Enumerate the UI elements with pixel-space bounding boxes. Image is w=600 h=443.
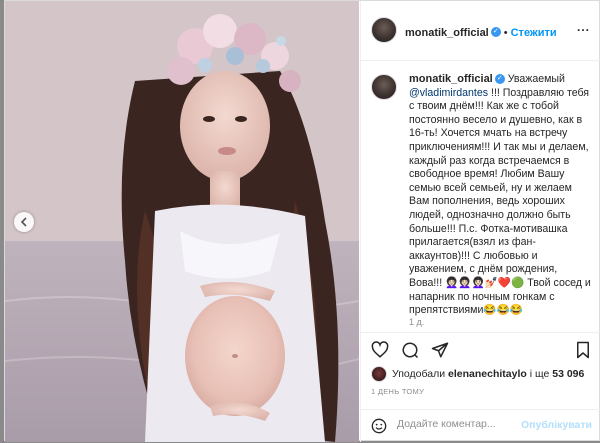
caption-greeting: Уважаемый [507,73,565,85]
post-photo[interactable] [5,1,359,442]
verified-badge-icon: ✓ [494,74,505,85]
comment-bar: Опублікувати [361,409,600,443]
caption-mention-link[interactable]: @vladimirdantes [409,87,488,99]
caption-text: !!! Поздравляю тебя с твоим днём!!! Как … [409,86,590,289]
likes-prefix: Уподобали [392,368,446,380]
liker-avatar[interactable] [371,366,387,382]
post-actions: Уподобали elenanechitaylo і ще 53 096 1 … [361,332,600,440]
photo-illustration [5,1,359,442]
likes-summary: Уподобали elenanechitaylo і ще 53 096 [371,366,584,382]
bookmark-icon[interactable] [575,341,591,359]
laughing-emojis: 😂😂😂 [483,304,523,317]
follow-button[interactable]: Стежити [511,27,557,39]
caption-author-avatar[interactable] [371,74,397,100]
verified-badge-icon: ✓ [490,26,501,37]
previous-photo-button[interactable] [14,212,34,232]
author-avatar[interactable] [371,17,397,43]
separator-dot: • [503,27,508,39]
caption-emojis: 👩🏻‍🦱👩🏻‍🦱👩🏻‍🦱💅🏻❤️🟢 [445,276,525,289]
post-header: monatik_official ✓ • Стежити ... [361,1,600,61]
more-options-icon[interactable]: ... [577,20,590,34]
caption-username[interactable]: monatik_official [409,73,493,85]
post-caption: monatik_official ✓ Уважаемый @vladimirdan… [409,73,593,318]
liker-username[interactable]: elenanechitaylo [448,368,527,380]
author-username[interactable]: monatik_official [405,27,489,39]
heart-icon[interactable] [371,341,389,359]
post-date[interactable]: 1 ДЕНЬ ТОМУ [371,387,424,396]
chevron-left-icon [20,217,27,227]
share-icon[interactable] [431,341,449,359]
smiley-icon[interactable] [371,418,387,434]
likes-count[interactable]: 53 096 [552,368,584,380]
comment-input[interactable] [397,418,537,430]
comment-icon[interactable] [401,341,419,359]
likes-suffix: і ще [529,368,550,380]
post-side-panel: monatik_official ✓ • Стежити ... monatik_of… [360,1,600,442]
caption-timestamp[interactable]: 1 д. [409,317,424,327]
publish-button[interactable]: Опублікувати [521,419,592,431]
post-modal: monatik_official ✓ • Стежити ... monatik_of… [4,0,600,442]
